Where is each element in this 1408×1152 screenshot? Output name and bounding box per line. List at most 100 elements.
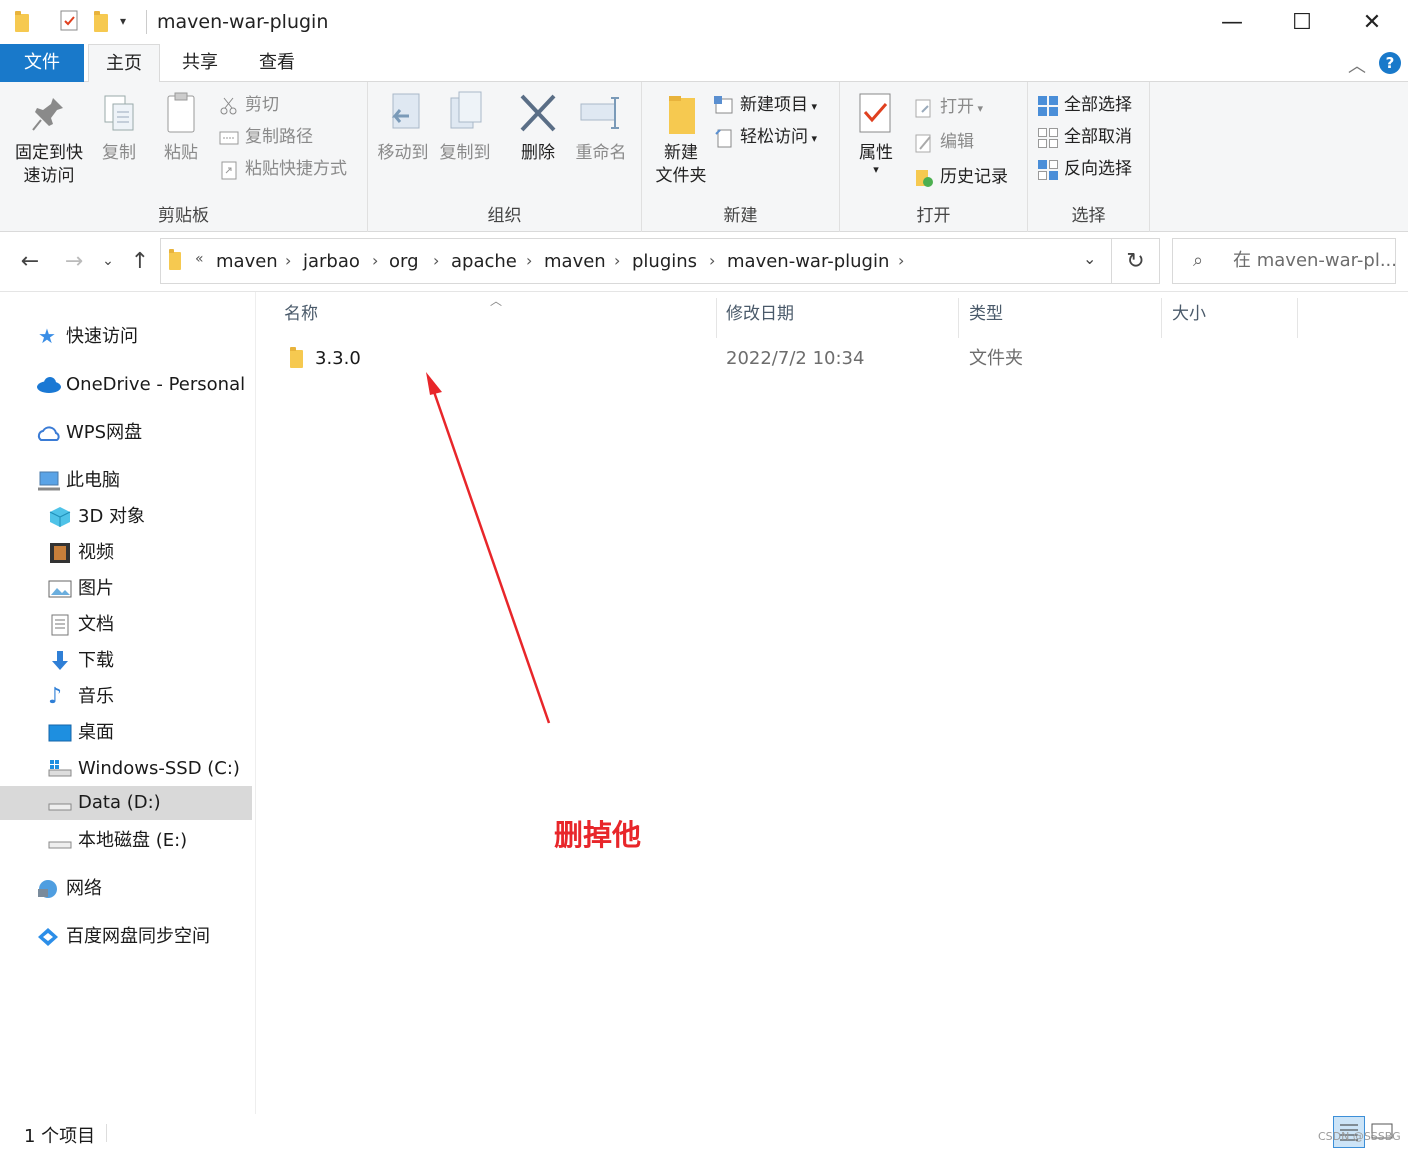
cloud-icon [36, 374, 61, 396]
address-bar-row: ← → ⌄ ↑ « maven › jarbao › org › apache › maven ›… [0, 232, 1408, 292]
new-folder-label-line1: 新建 [664, 143, 698, 163]
copy-icon [97, 90, 141, 138]
search-input[interactable]: ⌕ 在 maven-war-pl... [1172, 238, 1396, 284]
rename-button[interactable]: 重命名 [570, 90, 632, 165]
cut-label: 剪切 [245, 95, 279, 115]
folder-icon [169, 249, 181, 270]
title-bar: ▾ maven-war-plugin — ☐ ✕ [0, 0, 1408, 44]
copy-to-button[interactable]: 复制到 [436, 90, 494, 165]
nav-label: 3D 对象 [78, 506, 146, 527]
nav-label: 视频 [78, 542, 114, 563]
tab-share[interactable]: 共享 [164, 44, 236, 82]
up-arrow-icon[interactable]: ↑ [126, 245, 154, 277]
chevron-right-icon[interactable]: › [614, 251, 620, 270]
nav-drive-e[interactable]: 本地磁盘 (E:) [48, 824, 248, 858]
help-icon[interactable]: ? [1379, 52, 1401, 74]
pin-quick-access-button[interactable]: 固定到快 速访问 [10, 90, 88, 188]
nav-label: 文档 [78, 614, 114, 635]
address-bar[interactable]: « maven › jarbao › org › apache › maven › plugins ›… [160, 238, 1112, 284]
tab-home[interactable]: 主页 [88, 44, 160, 83]
forward-arrow-icon[interactable]: → [60, 245, 88, 277]
maximize-button[interactable]: ☐ [1267, 0, 1337, 44]
nav-drive-c[interactable]: Windows-SSD (C:) [48, 752, 248, 786]
breadcrumb-item[interactable]: apache [451, 251, 517, 272]
edit-label: 编辑 [940, 132, 974, 152]
refresh-icon[interactable]: ↻ [1112, 238, 1160, 284]
nav-this-pc[interactable]: 此电脑 [36, 464, 250, 498]
nav-documents[interactable]: 文档 [48, 608, 248, 642]
nav-onedrive[interactable]: OneDrive - Personal [36, 368, 250, 402]
breadcrumb-item[interactable]: maven-war-plugin [727, 251, 889, 272]
minimize-button[interactable]: — [1197, 0, 1267, 44]
open-button[interactable]: 打开 ▾ [914, 92, 983, 122]
select-all-icon [1038, 96, 1058, 116]
copy-path-button[interactable]: 复制路径 [219, 122, 313, 152]
chevron-right-icon[interactable]: › [372, 251, 378, 270]
nav-3d-objects[interactable]: 3D 对象 [48, 500, 248, 534]
nav-baidu-sync[interactable]: 百度网盘同步空间 [36, 920, 250, 954]
nav-label: WPS网盘 [66, 422, 143, 443]
film-icon [48, 542, 72, 564]
breadcrumb-item[interactable]: maven [544, 251, 606, 272]
move-to-button[interactable]: 移动到 [374, 90, 432, 165]
easy-access-button[interactable]: 轻松访问 ▾ [714, 122, 817, 152]
invert-selection-button[interactable]: 反向选择 [1038, 154, 1132, 184]
open-icon [914, 98, 934, 118]
chevron-right-icon[interactable]: › [433, 251, 439, 270]
properties-button[interactable]: 属性 ▾ [850, 90, 902, 175]
address-dropdown-chevron-icon[interactable]: ⌄ [1083, 249, 1096, 268]
select-none-button[interactable]: 全部取消 [1038, 122, 1132, 152]
paste-shortcut-button[interactable]: 粘贴快捷方式 [219, 154, 347, 184]
cut-button[interactable]: 剪切 [219, 90, 279, 120]
nav-videos[interactable]: 视频 [48, 536, 248, 570]
nav-desktop[interactable]: 桌面 [48, 716, 248, 750]
copy-button[interactable]: 复制 [94, 90, 144, 165]
nav-label: 本地磁盘 (E:) [78, 830, 188, 851]
windows-drive-icon [48, 758, 72, 780]
properties-quick-icon[interactable] [60, 10, 82, 34]
recent-locations-chevron-icon[interactable]: ⌄ [98, 245, 118, 277]
select-all-button[interactable]: 全部选择 [1038, 90, 1132, 120]
breadcrumb-overflow[interactable]: « [195, 251, 204, 267]
chevron-right-icon[interactable]: › [285, 251, 291, 270]
edit-button[interactable]: 编辑 [914, 127, 974, 157]
chevron-right-icon[interactable]: › [526, 251, 532, 270]
status-bar: 1 个项目 CSDN @SSSBG [0, 1114, 1408, 1152]
breadcrumb-item[interactable]: plugins [632, 251, 697, 272]
history-button[interactable]: 历史记录 [914, 162, 1008, 192]
organize-group-label: 组织 [487, 206, 522, 226]
item-count: 1 个项目 [24, 1126, 96, 1147]
network-icon [36, 878, 60, 900]
breadcrumb-item[interactable]: maven [216, 251, 278, 272]
tab-file[interactable]: 文件 [0, 44, 84, 82]
computer-icon [36, 470, 60, 492]
breadcrumb-item[interactable]: jarbao [303, 251, 360, 272]
file-list: ︿ 名称 修改日期 类型 大小 3.3.0 2022/7/2 10:34 文件夹… [256, 292, 1408, 1114]
breadcrumb-item[interactable]: org [389, 251, 419, 272]
collapse-ribbon-icon[interactable]: ︿ [1348, 52, 1366, 78]
paste-button[interactable]: 粘贴 [156, 90, 206, 165]
nav-quick-access[interactable]: ★ 快速访问 [38, 320, 248, 354]
new-group-label: 新建 [723, 206, 758, 226]
history-label: 历史记录 [940, 167, 1008, 187]
new-item-button[interactable]: 新建项目 ▾ [714, 90, 817, 120]
close-button[interactable]: ✕ [1337, 0, 1407, 44]
nav-music[interactable]: ♪ 音乐 [48, 680, 248, 714]
new-folder-button[interactable]: 新建 文件夹 [646, 90, 716, 188]
customize-toolbar-icon[interactable]: ▾ [120, 14, 142, 38]
nav-network[interactable]: 网络 [36, 872, 250, 906]
delete-button[interactable]: 删除 [514, 90, 562, 165]
open-group-label: 打开 [916, 206, 951, 226]
annotation-label: 删掉他 [554, 818, 642, 852]
nav-downloads[interactable]: 下载 [48, 644, 248, 678]
chevron-right-icon[interactable]: › [709, 251, 715, 270]
back-arrow-icon[interactable]: ← [16, 245, 44, 277]
nav-pictures[interactable]: 图片 [48, 572, 248, 606]
organize-group: 移动到 复制到 删除 重命名 组织 [368, 82, 642, 232]
nav-wps[interactable]: WPS网盘 [36, 416, 250, 450]
new-folder-quick-icon[interactable] [94, 11, 108, 32]
nav-drive-d[interactable]: Data (D:) [0, 786, 252, 820]
easy-access-icon [714, 128, 734, 148]
tab-view[interactable]: 查看 [241, 44, 313, 82]
chevron-right-icon[interactable]: › [898, 251, 904, 270]
